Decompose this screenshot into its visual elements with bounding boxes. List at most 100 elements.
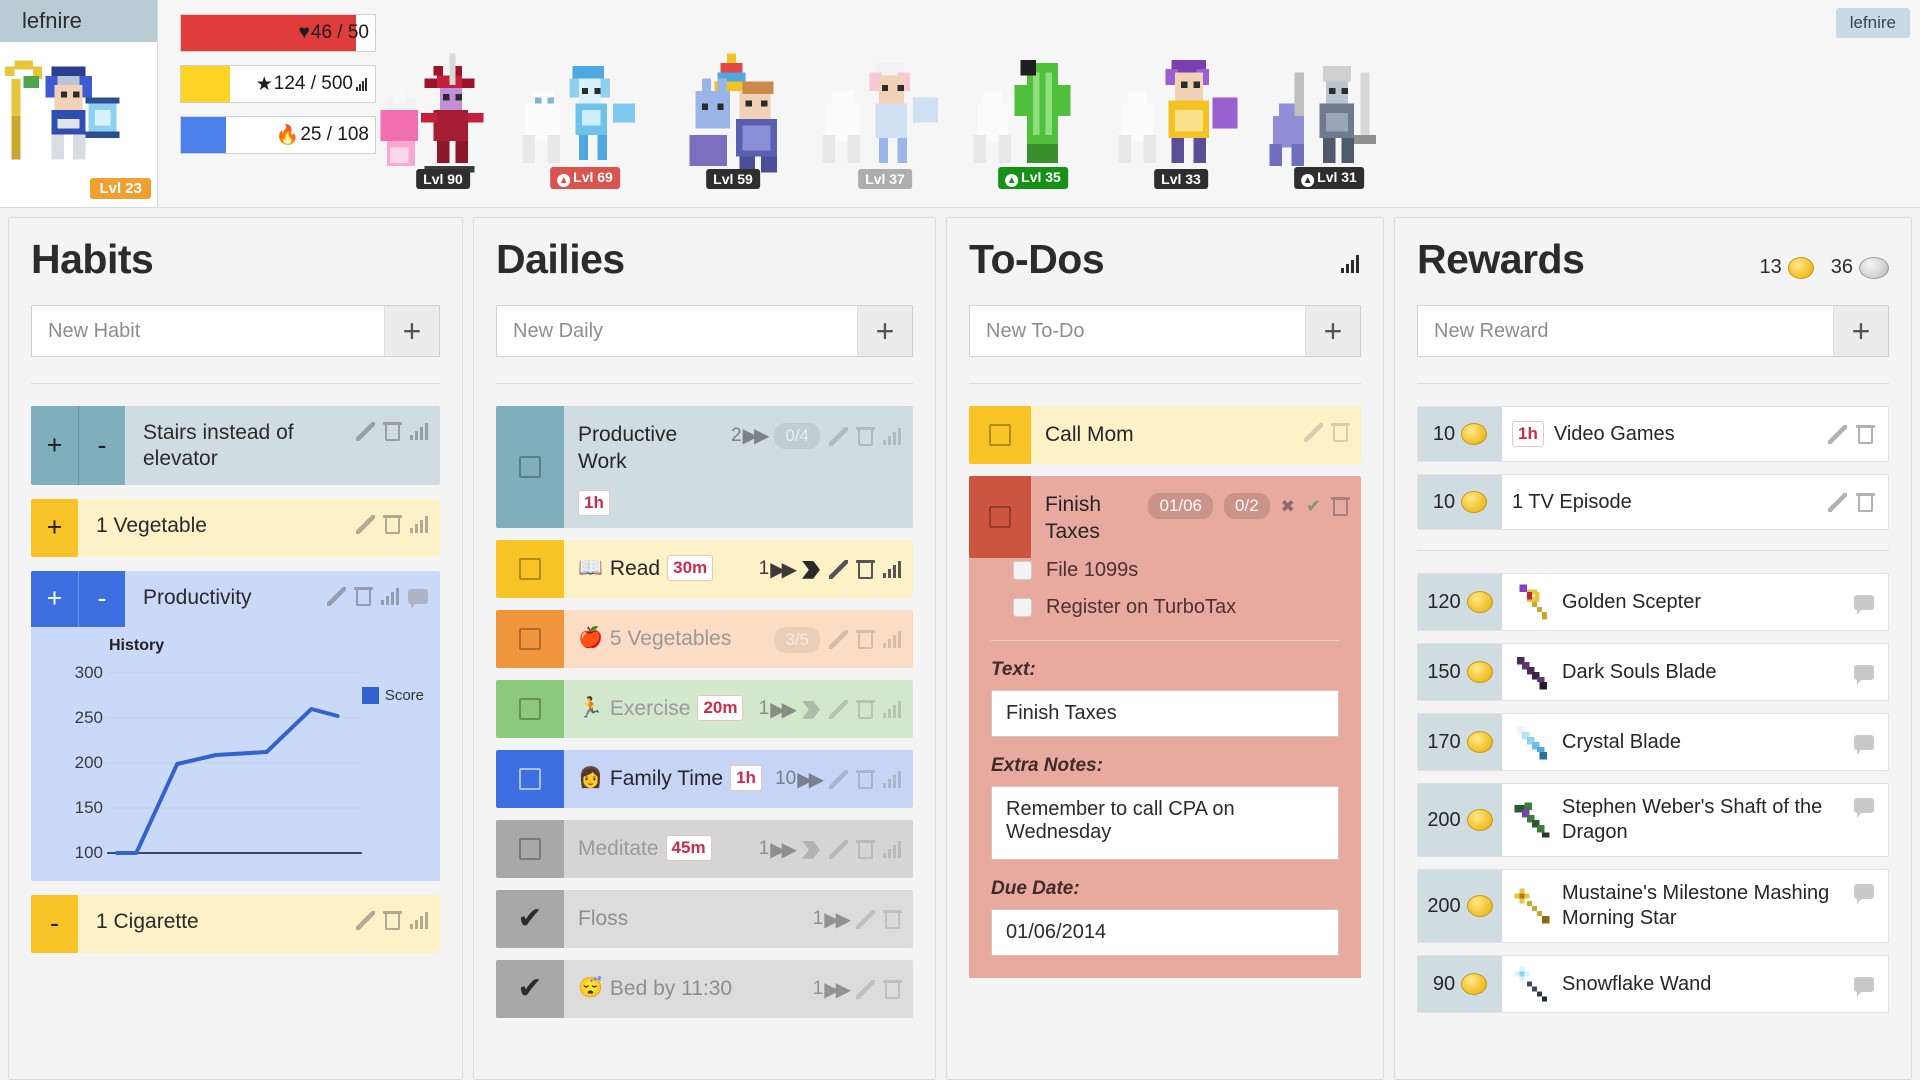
pencil-icon[interactable] bbox=[1304, 423, 1323, 442]
trash-icon[interactable] bbox=[1331, 496, 1350, 516]
add-daily-button[interactable]: + bbox=[857, 306, 912, 356]
daily-row[interactable]: ✔ Floss 1 ▶▶ bbox=[496, 889, 913, 948]
habit-row-expanded[interactable]: + - Productivity History 300 250 200 150… bbox=[31, 570, 440, 881]
pencil-icon[interactable] bbox=[829, 770, 848, 790]
todo-row[interactable]: Call Mom bbox=[969, 406, 1361, 464]
reward-row[interactable]: 10 1 TV Episode bbox=[1417, 474, 1889, 530]
user-avatar-panel[interactable]: lefnire Lvl 23 bbox=[0, 0, 158, 207]
pencil-icon[interactable] bbox=[829, 426, 848, 446]
habit-plus-button[interactable]: + bbox=[31, 406, 78, 485]
comment-icon[interactable] bbox=[1854, 594, 1874, 615]
habit-plus-button[interactable]: + bbox=[31, 498, 78, 557]
new-todo-input[interactable] bbox=[970, 306, 1305, 356]
close-icon[interactable]: ✖ bbox=[1281, 498, 1295, 515]
party-member[interactable]: Lvl 90 bbox=[368, 52, 518, 189]
party-member[interactable]: Lvl 33 bbox=[1106, 52, 1256, 189]
pencil-icon[interactable] bbox=[356, 422, 375, 441]
party-member[interactable]: ▲ Lvl 35 bbox=[958, 52, 1108, 189]
trash-icon[interactable] bbox=[383, 910, 402, 930]
chart-icon[interactable] bbox=[883, 561, 901, 579]
tag-icon[interactable] bbox=[802, 560, 820, 579]
pencil-icon[interactable] bbox=[1828, 424, 1847, 444]
chart-icon[interactable] bbox=[381, 587, 399, 605]
habit-minus-button[interactable]: - bbox=[78, 570, 125, 627]
add-todo-button[interactable]: + bbox=[1305, 306, 1360, 356]
user-menu-button[interactable]: lefnire bbox=[1835, 8, 1910, 38]
trash-icon[interactable] bbox=[856, 426, 875, 446]
chart-icon[interactable] bbox=[883, 841, 901, 859]
party-member[interactable]: Lvl 37 bbox=[810, 52, 960, 189]
trash-icon[interactable] bbox=[883, 910, 902, 930]
daily-row[interactable]: 🍎 5 Vegetables 3/5 bbox=[496, 609, 913, 668]
trash-icon[interactable] bbox=[856, 700, 875, 720]
trash-icon[interactable] bbox=[1856, 492, 1875, 512]
chart-icon[interactable] bbox=[883, 631, 901, 649]
new-reward-input[interactable] bbox=[1418, 306, 1833, 356]
tag-icon[interactable] bbox=[802, 700, 820, 719]
habit-plus-button[interactable]: + bbox=[31, 570, 78, 627]
trash-icon[interactable] bbox=[383, 514, 402, 534]
daily-checkbox[interactable] bbox=[496, 406, 564, 528]
daily-checkbox[interactable]: ✔ bbox=[496, 959, 564, 1018]
trash-icon[interactable] bbox=[856, 630, 875, 650]
habit-row[interactable]: + 1 Vegetable bbox=[31, 498, 440, 557]
trash-icon[interactable] bbox=[856, 840, 875, 860]
trash-icon[interactable] bbox=[856, 770, 875, 790]
subtask-checkbox[interactable] bbox=[1013, 560, 1032, 580]
daily-row[interactable]: 👩 Family Time 1h 10 ▶▶ bbox=[496, 749, 913, 808]
pencil-icon[interactable] bbox=[327, 586, 346, 606]
daily-checkbox[interactable] bbox=[496, 539, 564, 598]
daily-checkbox[interactable]: ✔ bbox=[496, 889, 564, 948]
daily-checkbox[interactable] bbox=[496, 609, 564, 668]
habit-row[interactable]: + - Stairs instead of elevator bbox=[31, 406, 440, 485]
party-member[interactable]: ▲ Lvl 69 bbox=[510, 52, 660, 189]
todo-checkbox[interactable] bbox=[969, 476, 1031, 558]
new-habit-row[interactable]: + bbox=[31, 305, 440, 357]
chart-icon[interactable] bbox=[410, 423, 428, 440]
daily-checkbox[interactable] bbox=[496, 819, 564, 878]
reward-row[interactable]: 200 Mustaine's Milestone Mashing Morning… bbox=[1417, 869, 1889, 943]
comment-icon[interactable] bbox=[1854, 664, 1874, 685]
pencil-icon[interactable] bbox=[356, 514, 375, 534]
daily-row[interactable]: 🏃 Exercise 20m 1 ▶▶ bbox=[496, 679, 913, 738]
party-member[interactable]: Lvl 59 bbox=[658, 52, 808, 189]
pencil-icon[interactable] bbox=[856, 980, 875, 1000]
add-habit-button[interactable]: + bbox=[384, 306, 439, 356]
reward-row[interactable]: 200 Stephen Weber's Shaft of the Dragon bbox=[1417, 783, 1889, 857]
reward-row[interactable]: 10 1h Video Games bbox=[1417, 406, 1889, 462]
comment-icon[interactable] bbox=[1854, 734, 1874, 755]
trash-icon[interactable] bbox=[856, 560, 875, 580]
daily-row[interactable]: ✔ 😴 Bed by 11:30 1 ▶▶ bbox=[496, 959, 913, 1018]
pencil-icon[interactable] bbox=[829, 700, 848, 720]
avatar[interactable] bbox=[0, 48, 142, 178]
comment-icon[interactable] bbox=[1854, 884, 1874, 904]
comment-icon[interactable] bbox=[408, 588, 428, 609]
subtask-row[interactable]: Register on TurboTax bbox=[991, 589, 1339, 626]
chart-icon[interactable] bbox=[883, 771, 901, 789]
chart-icon[interactable] bbox=[356, 77, 369, 91]
daily-row[interactable]: Meditate 45m 1 ▶▶ bbox=[496, 819, 913, 878]
new-daily-input[interactable] bbox=[497, 306, 857, 356]
chart-icon[interactable] bbox=[1341, 255, 1361, 273]
pencil-icon[interactable] bbox=[829, 630, 848, 650]
pencil-icon[interactable] bbox=[829, 840, 848, 860]
habit-row[interactable]: - 1 Cigarette bbox=[31, 894, 440, 953]
reward-row[interactable]: 120 Golden Scepter bbox=[1417, 573, 1889, 631]
new-todo-row[interactable]: + bbox=[969, 305, 1361, 357]
text-field[interactable]: Finish Taxes bbox=[991, 689, 1339, 737]
trash-icon[interactable] bbox=[383, 422, 402, 441]
trash-icon[interactable] bbox=[1331, 423, 1350, 442]
pencil-icon[interactable] bbox=[356, 910, 375, 930]
daily-row[interactable]: 📖 Read 30m 1 ▶▶ bbox=[496, 539, 913, 598]
new-daily-row[interactable]: + bbox=[496, 305, 913, 357]
check-icon[interactable]: ✔ bbox=[1306, 497, 1321, 515]
reward-row[interactable]: 90 Snowflake Wand bbox=[1417, 955, 1889, 1013]
pencil-icon[interactable] bbox=[856, 910, 875, 930]
party-member[interactable]: ▲ Lvl 31 bbox=[1254, 52, 1404, 189]
daily-checkbox[interactable] bbox=[496, 679, 564, 738]
due-date-field[interactable]: 01/06/2014 bbox=[991, 908, 1339, 956]
notes-field[interactable]: Remember to call CPA on Wednesday bbox=[991, 785, 1339, 860]
comment-icon[interactable] bbox=[1854, 976, 1874, 997]
chart-icon[interactable] bbox=[883, 701, 901, 719]
todo-checkbox[interactable] bbox=[969, 406, 1031, 464]
